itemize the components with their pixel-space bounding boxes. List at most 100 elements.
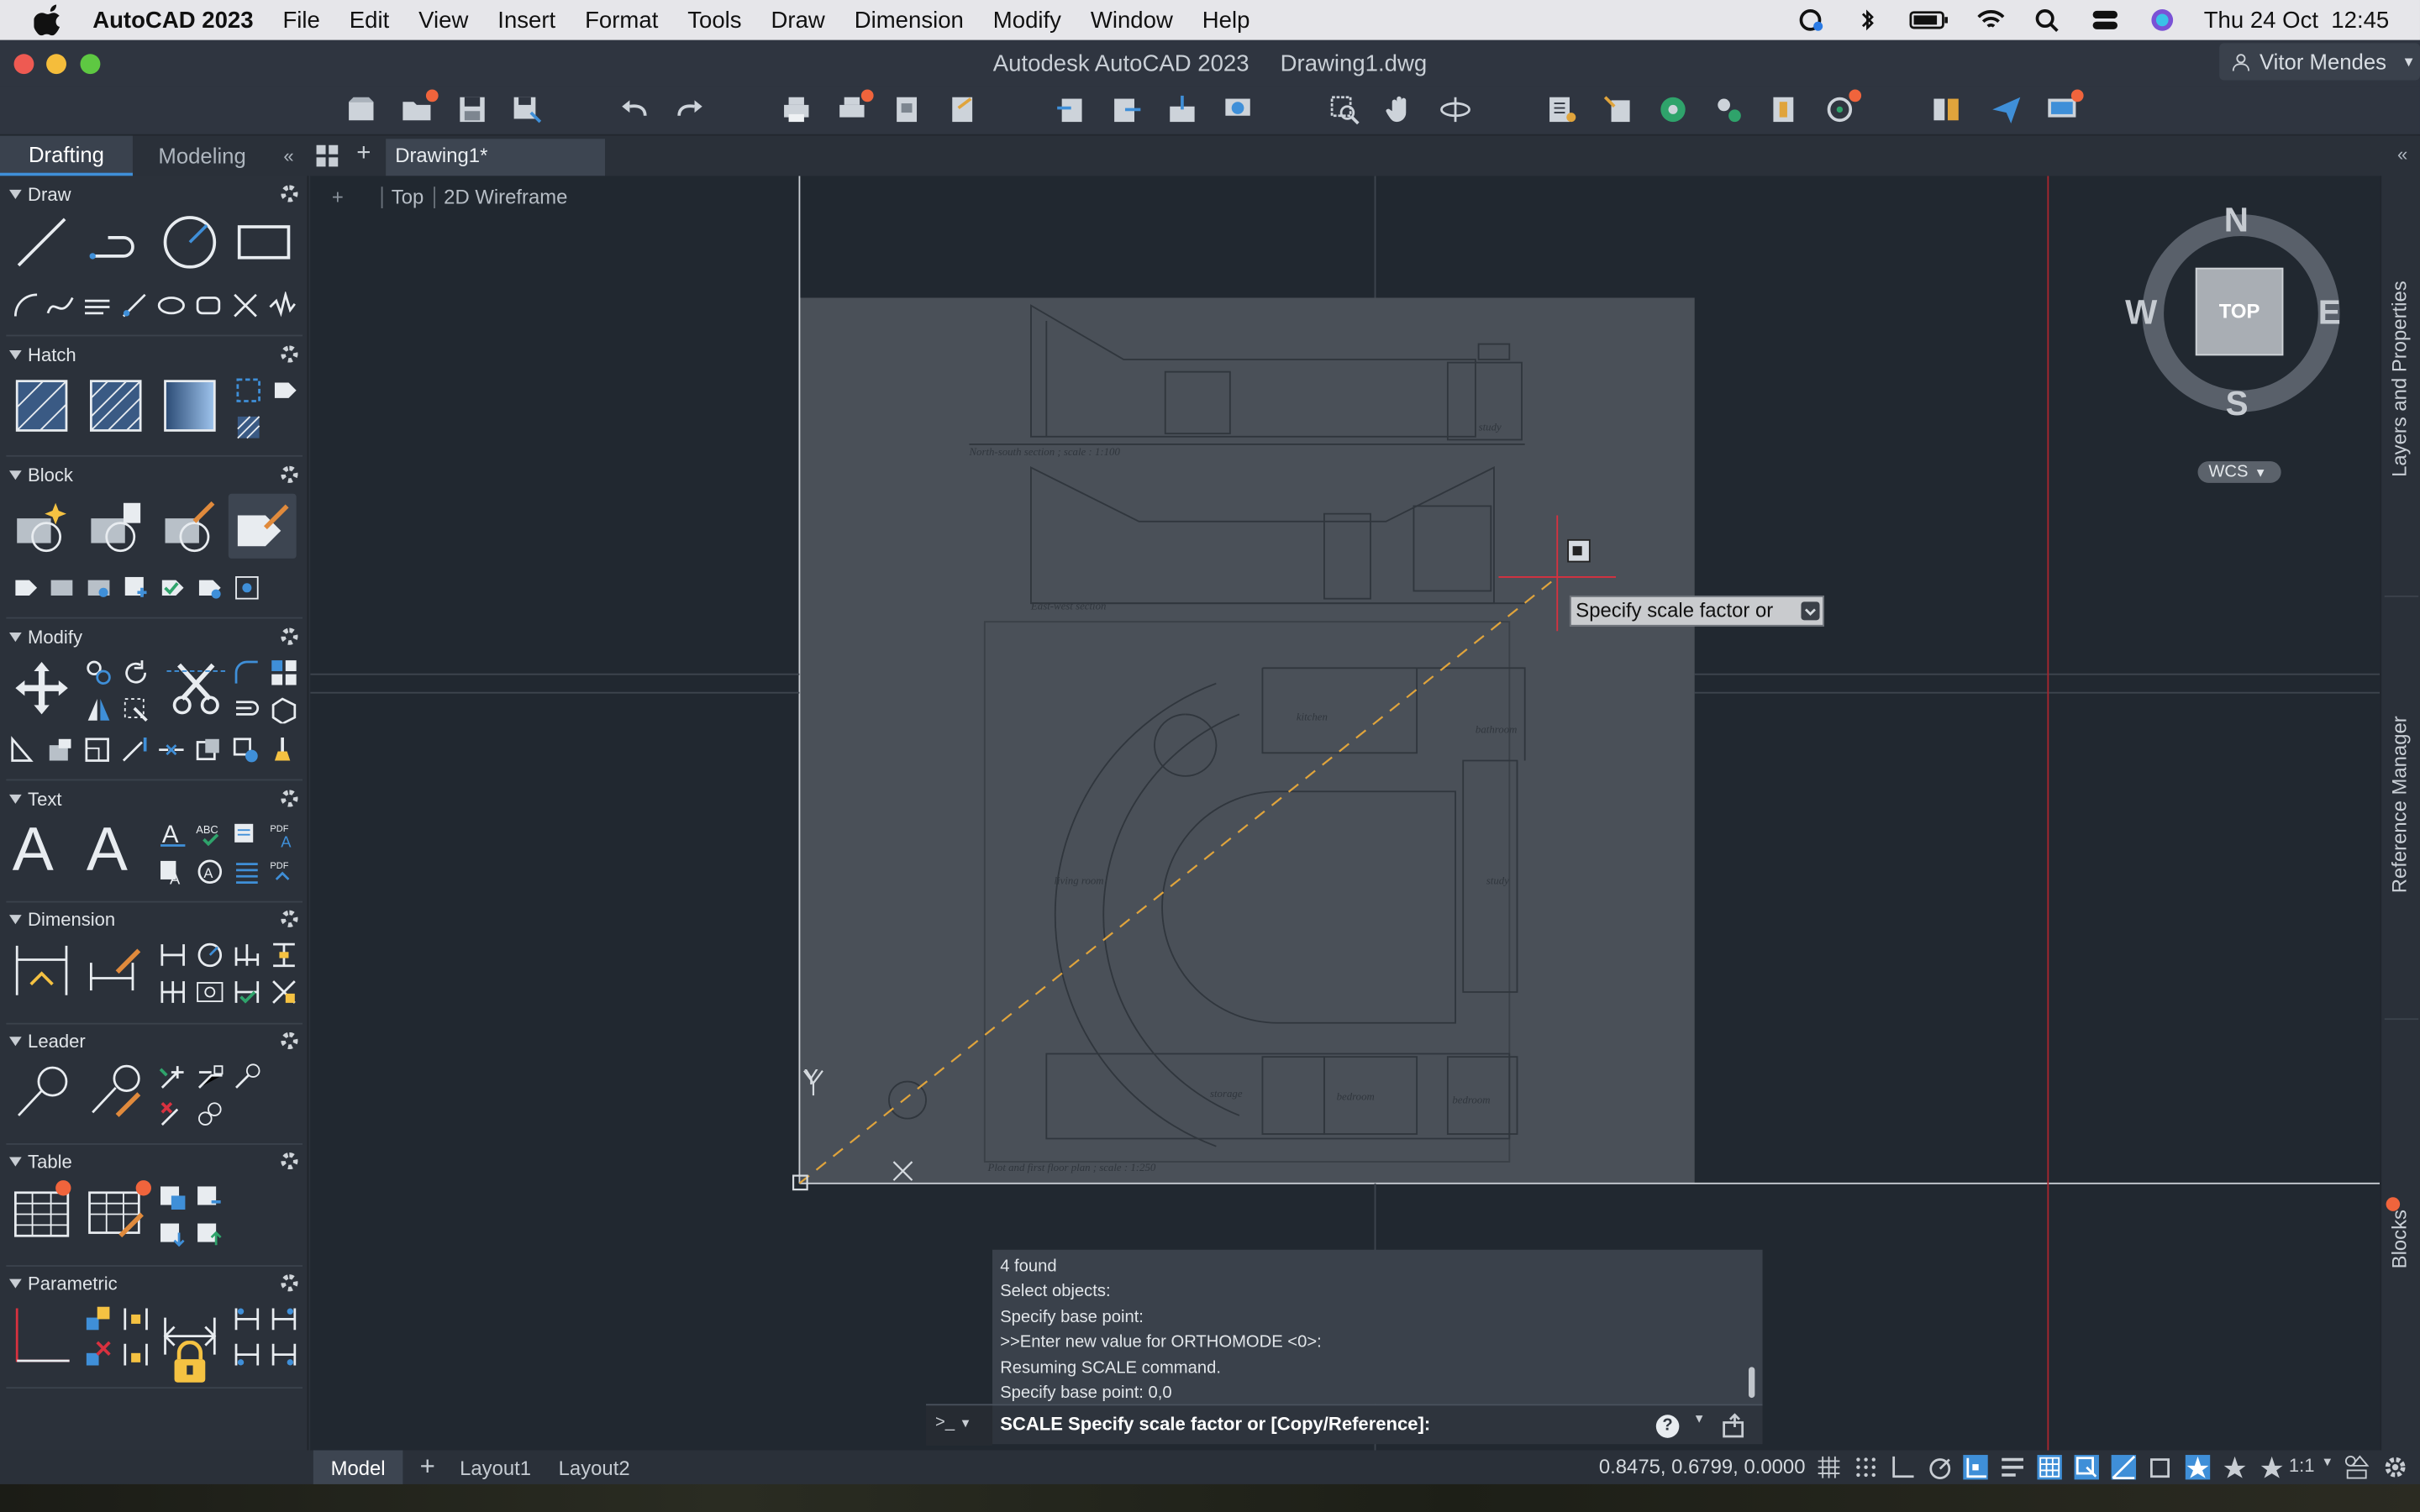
section-text-header[interactable]: Text [0,784,308,815]
section-dimension-header[interactable]: Dimension [0,904,308,935]
align-leader-icon[interactable] [196,1063,224,1091]
ortho-icon[interactable] [1891,1455,1915,1479]
edit-attribute-icon[interactable] [48,574,76,601]
section-table-header[interactable]: Table [0,1147,308,1178]
command-history-scrollbar[interactable] [1749,1367,1755,1399]
polar-tracking-icon[interactable] [1928,1455,1952,1479]
gear-icon[interactable] [281,627,298,645]
mirror-tool-icon[interactable] [85,696,113,723]
show-constraints-icon[interactable] [233,1305,260,1333]
remove-leader-icon[interactable] [159,1100,187,1128]
compass-south[interactable]: S [2226,384,2249,424]
polyline-tool-icon[interactable] [87,213,145,271]
document-tab-drawing1[interactable]: Drawing1* [386,139,605,176]
plot-preview-icon[interactable] [891,92,924,126]
start-tab-grid-icon[interactable] [316,144,340,169]
hatch-tool-icon[interactable] [13,376,71,435]
linear-dimension-icon[interactable] [159,941,187,969]
command-line[interactable]: >_ ▼ SCALE Specify scale factor or [Copy… [926,1404,1763,1446]
section-draw-header[interactable]: Draw [0,179,308,210]
boundary-tool-icon[interactable] [234,376,262,404]
offset-tool-icon[interactable] [233,696,260,723]
menu-help[interactable]: Help [1202,7,1250,33]
grid-icon[interactable] [1817,1455,1841,1479]
radius-dimension-icon[interactable] [196,941,224,969]
new-file-icon[interactable] [345,92,378,126]
convert-constraint-icon[interactable] [233,1341,260,1368]
stretch-tool-icon[interactable] [122,696,150,723]
spline-tool-icon[interactable] [46,291,74,319]
delete-constraints-icon[interactable] [85,1341,113,1368]
dropdown-arrow-icon[interactable] [1801,601,1820,621]
command-prompt-menu[interactable]: >_ ▼ [926,1405,993,1446]
explode-tool-icon[interactable] [270,696,297,724]
properties-icon[interactable] [1545,92,1579,126]
gear-icon[interactable] [281,910,298,927]
revcloud-tool-icon[interactable] [194,291,222,319]
sketch-tool-icon[interactable] [269,291,297,319]
user-account-button[interactable]: Vitor Mendes ▼ [2219,43,2420,81]
compass-north[interactable]: N [2224,201,2249,241]
snap-icon[interactable] [1854,1455,1878,1479]
lock-icon[interactable] [160,1341,219,1387]
oblique-dimension-icon[interactable] [270,978,297,1005]
section-leader-header[interactable]: Leader [0,1026,308,1057]
extract-data-icon[interactable] [159,1184,187,1211]
menu-clock[interactable]: Thu 24 Oct 12:45 [2204,7,2390,33]
chevron-down-icon[interactable]: ▼ [2321,1455,2333,1469]
selection-cycling-icon[interactable] [2074,1455,2099,1480]
menu-edit[interactable]: Edit [350,7,389,33]
viewcube[interactable]: N S E W TOP [2125,201,2347,423]
attribute-check-icon[interactable] [159,574,187,601]
find-text-icon[interactable] [233,821,260,848]
table-style-button[interactable] [87,1180,151,1242]
expand-right-panel-icon[interactable]: « [2397,144,2407,165]
control-center-icon[interactable] [2090,8,2121,32]
add-leader-icon[interactable] [159,1063,187,1091]
plot-icon[interactable] [780,92,813,126]
dimension-tool-icon[interactable] [13,941,71,1000]
hide-constraints-icon[interactable] [270,1305,297,1333]
spell-check-icon[interactable]: ABC [196,821,224,848]
compare-icon[interactable] [1929,92,1963,126]
circle-tool-icon[interactable] [160,213,219,271]
insert-block-icon[interactable] [13,496,71,555]
gear-icon[interactable] [281,345,298,363]
wifi-icon[interactable] [1975,8,2007,32]
link-data-icon[interactable] [196,1184,224,1211]
copy-tool-icon[interactable] [85,659,113,686]
apple-icon[interactable] [34,4,65,36]
section-block-header[interactable]: Block [0,459,308,491]
download-data-icon[interactable] [159,1221,187,1248]
menu-view[interactable]: View [418,7,468,33]
pdf-text-import-icon[interactable]: PDFA [270,821,297,848]
sync-attribute-icon[interactable] [85,574,113,601]
constraint-settings-icon[interactable] [270,1341,297,1368]
attribute-display-icon[interactable] [233,574,260,601]
dimension-break-icon[interactable] [159,978,187,1005]
pan-hand-icon[interactable] [1383,92,1417,126]
import-icon[interactable] [1054,92,1087,126]
gradient-tool-icon[interactable] [160,376,219,435]
web-mobile-icon[interactable] [1221,92,1255,126]
chevron-down-icon[interactable]: ▼ [1693,1412,1706,1426]
menu-app-name[interactable]: AutoCAD 2023 [92,7,253,33]
parameter-manager-icon[interactable] [122,1341,150,1368]
text-style-icon[interactable]: A [159,821,187,848]
design-center-icon[interactable] [1656,92,1690,126]
section-parametric-header[interactable]: Parametric [0,1268,308,1299]
geometric-constraint-icon[interactable] [13,1305,71,1364]
share-command-icon[interactable] [1723,1413,1747,1438]
tag-tool-icon[interactable] [271,376,299,404]
section-hatch-header[interactable]: Hatch [0,339,308,370]
multileader-style-icon[interactable] [87,1063,145,1122]
rotate-tool-icon[interactable] [122,659,150,686]
menu-window[interactable]: Window [1091,7,1173,33]
spotlight-search-icon[interactable] [2033,8,2064,33]
attribute-tag-icon[interactable] [13,574,40,601]
rectangle-tool-icon[interactable] [234,213,293,271]
text-align-icon[interactable] [233,858,260,885]
block-manager-icon[interactable] [122,574,150,601]
text-edit-icon[interactable]: A [159,858,187,885]
menu-file[interactable]: File [282,7,319,33]
